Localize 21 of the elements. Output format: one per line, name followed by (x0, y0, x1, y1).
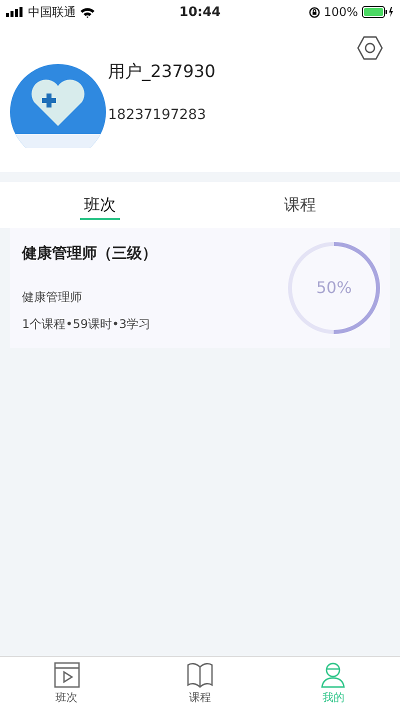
battery-charging-icon (362, 6, 394, 18)
tab-bar-item[interactable]: 课程 (133, 657, 267, 710)
signal-icon (6, 7, 24, 17)
video-icon (54, 662, 80, 688)
status-time: 10:44 (179, 4, 221, 20)
battery-percent: 100% (324, 5, 358, 19)
phone-number: 18237197283 (108, 107, 207, 123)
person-icon (321, 662, 346, 688)
book-icon (186, 662, 214, 688)
class-subtitle: 健康管理师 (22, 288, 83, 306)
progress-percent: 50% (315, 278, 353, 297)
wifi-icon (80, 6, 95, 18)
settings-icon[interactable] (356, 34, 384, 62)
class-stats: 1个课程•59课时•3学习 (22, 316, 152, 332)
carrier-name: 中国联通 (28, 4, 76, 20)
class-title: 健康管理师（三级） (22, 244, 157, 262)
class-card[interactable]: 健康管理师（三级） 健康管理师 1个课程•59课时•3学习 50% (10, 228, 390, 348)
tab[interactable]: 课程 (200, 182, 400, 228)
username: 用户_237930 (108, 61, 216, 83)
tab-bar-item[interactable]: 班次 (0, 657, 134, 710)
rotation-lock-icon (308, 6, 320, 18)
